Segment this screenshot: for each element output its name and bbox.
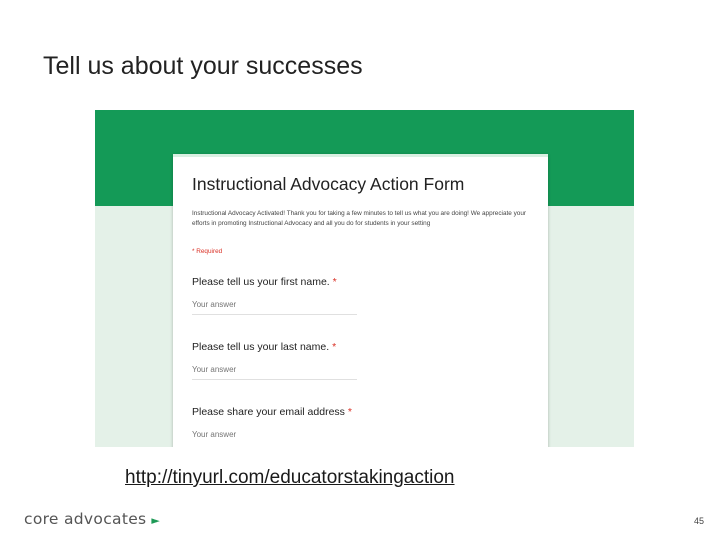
page-number: 45 (693, 516, 704, 526)
required-star: * (347, 406, 352, 418)
first-name-input[interactable] (192, 300, 342, 309)
last-name-input[interactable] (192, 365, 342, 374)
form-title: Instructional Advocacy Action Form (192, 174, 465, 194)
play-arrow-icon: ► (151, 514, 161, 527)
email-input[interactable] (192, 430, 342, 439)
question-label: Please tell us your first name. (192, 276, 330, 288)
slide-title: Tell us about your successes (43, 52, 363, 80)
answer-underline (192, 379, 357, 380)
form-card: Instructional Advocacy Action Form Instr… (173, 154, 548, 447)
required-note: * Required (192, 248, 223, 255)
required-star: * (332, 276, 337, 288)
form-screenshot: Instructional Advocacy Action Form Instr… (95, 110, 634, 447)
form-description: Instructional Advocacy Activated! Thank … (192, 210, 527, 227)
core-advocates-logo: core advocates ► (24, 510, 160, 528)
question-label: Please share your email address (192, 406, 345, 418)
required-star: * (332, 341, 337, 353)
form-url-link[interactable]: http://tinyurl.com/educatorstakingaction (125, 467, 455, 489)
answer-underline (192, 314, 357, 315)
logo-text: core advocates (24, 510, 147, 528)
question-last-name: Please tell us your last name. * (192, 341, 336, 353)
question-email: Please share your email address * (192, 406, 352, 418)
form-card-accent (173, 154, 548, 157)
question-first-name: Please tell us your first name. * (192, 276, 337, 288)
question-label: Please tell us your last name. (192, 341, 330, 353)
